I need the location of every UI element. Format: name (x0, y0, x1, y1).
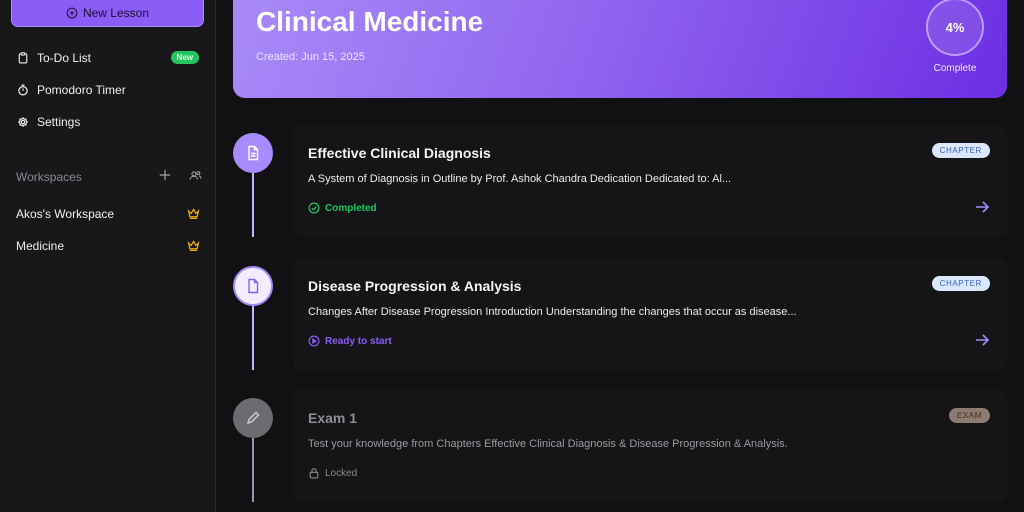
check-circle-icon (308, 202, 320, 214)
nav-item-label: Settings (37, 115, 81, 129)
workspace-label: Akos's Workspace (16, 207, 115, 221)
crown-icon (187, 240, 200, 251)
crown-icon (187, 208, 200, 219)
status-label: Ready to start (325, 335, 392, 347)
exam-tag: EXAM (948, 408, 990, 423)
nav-item-label: Pomodoro Timer (37, 83, 126, 97)
status-label: Completed (325, 202, 377, 214)
workspace-item-medicine[interactable]: Medicine (16, 236, 202, 256)
workspace-label: Medicine (16, 239, 65, 253)
nav-item-label: To-Do List (37, 51, 92, 65)
nav-item-todo-list[interactable]: To-Do List New (17, 48, 199, 68)
lesson-status: Completed (308, 202, 377, 214)
arrow-right-icon[interactable] (974, 199, 990, 215)
exam-description: Test your knowledge from Chapters Effect… (308, 438, 788, 450)
add-workspace-icon[interactable] (158, 168, 172, 182)
progress-circle: 4% (926, 0, 984, 56)
timeline-connector (252, 173, 254, 237)
nav-item-pomodoro-timer[interactable]: Pomodoro Timer (17, 80, 199, 100)
exam-status: Locked (308, 467, 357, 479)
people-icon[interactable] (189, 169, 202, 182)
pencil-icon (246, 411, 260, 425)
new-lesson-button[interactable]: New Lesson (11, 0, 204, 27)
workspaces-header: Workspaces (16, 168, 202, 186)
timer-icon (18, 84, 28, 96)
sidebar: New Lesson To-Do List New Pomodoro Timer… (0, 0, 216, 512)
nav-item-settings[interactable]: Settings (17, 112, 199, 132)
workspace-item-akos[interactable]: Akos's Workspace (16, 204, 202, 224)
course-created-date: Created: Jun 15, 2025 (256, 51, 365, 63)
plus-circle-icon (66, 7, 78, 19)
timeline-node-locked (233, 398, 273, 438)
status-label: Locked (325, 467, 358, 479)
progress-value: 4% (945, 19, 965, 35)
progress-label: Complete (933, 63, 977, 74)
timeline-connector (252, 438, 254, 502)
new-badge: New (170, 51, 199, 64)
play-circle-icon (308, 335, 320, 347)
lesson-description: A System of Diagnosis in Outline by Prof… (308, 173, 732, 185)
lesson-card[interactable]: Disease Progression & Analysis CHAPTER C… (293, 258, 1007, 370)
chapter-tag: CHAPTER (931, 143, 990, 158)
chapter-tag: CHAPTER (931, 276, 990, 291)
lesson-title: Effective Clinical Diagnosis (308, 145, 491, 161)
document-icon (248, 278, 259, 294)
exam-title: Exam 1 (308, 410, 358, 426)
lock-icon (309, 468, 319, 479)
lesson-title: Disease Progression & Analysis (308, 278, 522, 294)
course-title: Clinical Medicine (256, 6, 484, 37)
clipboard-icon (18, 52, 28, 64)
lesson-description: Changes After Disease Progression Introd… (308, 306, 797, 318)
arrow-right-icon[interactable] (974, 332, 990, 348)
timeline-connector (252, 306, 254, 370)
new-lesson-label: New Lesson (82, 6, 150, 20)
lesson-status: Ready to start (308, 335, 392, 347)
timeline-node-completed (233, 133, 273, 173)
course-header-banner: Clinical Medicine Created: Jun 15, 2025 … (233, 0, 1007, 98)
timeline-node-ready (233, 266, 273, 306)
workspaces-label: Workspaces (16, 170, 82, 184)
lesson-card[interactable]: Effective Clinical Diagnosis CHAPTER A S… (293, 125, 1007, 237)
gear-icon (18, 117, 28, 127)
document-icon (248, 145, 259, 161)
exam-card: Exam 1 EXAM Test your knowledge from Cha… (293, 390, 1007, 502)
